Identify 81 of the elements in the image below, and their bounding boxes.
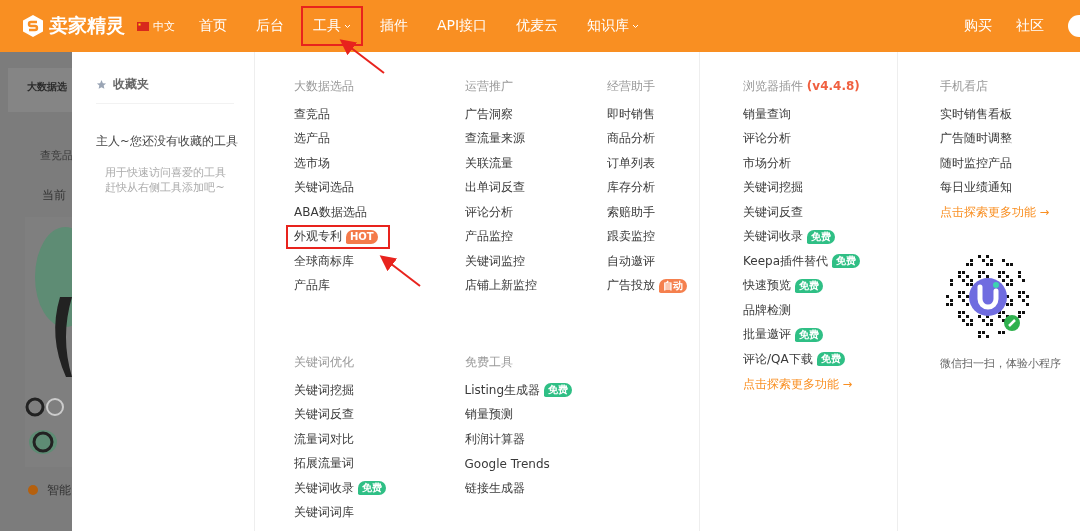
menu-item[interactable]: 随时监控产品 <box>932 151 1024 176</box>
menu-item[interactable]: 销量预测 <box>456 402 525 427</box>
menu-item[interactable]: 广告洞察 <box>456 102 525 127</box>
page-title: 大数据选 <box>27 80 67 94</box>
menu-item[interactable]: 关键词反查 <box>286 402 366 427</box>
menu-item[interactable]: 店铺上新监控 <box>456 273 549 298</box>
menu-item[interactable]: 即时销售 <box>599 102 667 127</box>
free-badge: 免费 <box>358 481 386 496</box>
menu-item[interactable]: 商品分析 <box>599 126 667 151</box>
caret-icon <box>344 23 351 29</box>
menu-item[interactable]: 产品监控 <box>456 224 525 249</box>
menu-item[interactable]: 关键词选品 <box>286 175 366 200</box>
section-title: 大数据选品 <box>294 78 355 95</box>
free-badge: 免费 <box>832 254 860 269</box>
free-badge: 免费 <box>544 383 573 398</box>
menu-item[interactable]: 拓展流量词 <box>286 451 366 476</box>
free-badge: 免费 <box>807 229 835 244</box>
menu-item[interactable]: 外观专利 HOT <box>286 224 390 249</box>
menu-item[interactable]: 选产品 <box>286 126 342 151</box>
menu-item[interactable]: 索赔助手 <box>599 200 667 225</box>
auto-badge: 自动 <box>659 278 687 293</box>
menu-item[interactable]: 关键词挖掘 <box>735 175 815 200</box>
page-text: 智能 <box>47 482 71 499</box>
qr-caption: 微信扫一扫，体验小程序 <box>940 356 1061 371</box>
star-icon <box>96 79 107 90</box>
menu-item[interactable]: 选市场 <box>286 151 342 176</box>
menu-item[interactable]: 链接生成器 <box>456 476 537 501</box>
caret-icon <box>632 23 640 29</box>
favorites-title: 收藏夹 <box>113 76 149 93</box>
menu-item[interactable]: 自动邀评 <box>599 249 667 274</box>
annotation-arrow <box>379 255 421 287</box>
menu-item[interactable]: 关键词监控 <box>456 249 537 274</box>
menu-item[interactable]: ABA数据选品 <box>286 200 379 225</box>
menu-item[interactable]: 产品库 <box>286 273 342 298</box>
menu-item[interactable]: 快速预览 免费 <box>735 273 835 298</box>
menu-item[interactable]: 广告投放 自动 <box>599 273 699 298</box>
menu-item[interactable]: 跟卖监控 <box>599 224 667 249</box>
menu-item[interactable]: 关键词挖掘 <box>286 378 366 403</box>
section-title: 运营推广 <box>464 78 514 95</box>
menu-item[interactable]: 查竞品 <box>286 102 342 127</box>
menu-item[interactable]: 利润计算器 <box>456 427 537 452</box>
menu-item[interactable]: 广告随时调整 <box>932 126 1024 151</box>
menu-item[interactable]: Keepa插件替代 免费 <box>735 249 872 274</box>
menu-item[interactable]: 品牌检测 <box>735 298 803 323</box>
menu-item[interactable]: 查流量来源 <box>456 126 537 151</box>
menu-item[interactable]: 关联流量 <box>456 151 525 176</box>
flag-icon <box>137 21 149 31</box>
section-title: 免费工具 <box>464 354 514 371</box>
free-badge: 免费 <box>795 327 823 342</box>
hot-badge: HOT <box>346 229 378 244</box>
menu-item[interactable]: 评论/QA下载 免费 <box>735 347 857 372</box>
section-title: 经营助手 <box>607 78 656 95</box>
menu-item[interactable]: 评论分析 <box>735 126 803 151</box>
menu-item[interactable]: 销量查询 <box>735 102 803 127</box>
menu-item[interactable]: 评论分析 <box>456 200 525 225</box>
menu-item[interactable]: 流量词对比 <box>286 427 366 452</box>
menu-item[interactable]: 关键词收录 免费 <box>286 476 398 501</box>
free-badge: 免费 <box>795 278 823 293</box>
free-badge: 免费 <box>816 352 845 367</box>
status-dot-icon <box>28 485 38 495</box>
menu-item[interactable]: 关键词收录 免费 <box>735 224 847 249</box>
menu-item[interactable]: 出单词反查 <box>456 175 537 200</box>
empty-hint: 用于快速访问喜爱的工具 <box>103 165 227 180</box>
menu-item[interactable]: 关键词词库 <box>286 500 366 525</box>
menu-item[interactable]: 关键词反查 <box>735 200 815 225</box>
section-title: 手机看店 <box>940 78 989 95</box>
menu-item[interactable]: 实时销售看板 <box>932 102 1024 127</box>
menu-item[interactable]: 全球商标库 <box>286 249 366 274</box>
menu-item[interactable]: Listing生成器 免费 <box>456 378 585 403</box>
section-title: 浏览器插件 (v4.4.8) <box>743 78 861 95</box>
menu-item[interactable]: 库存分析 <box>599 175 667 200</box>
menu-item[interactable]: 市场分析 <box>735 151 803 176</box>
annotation-arrow <box>339 39 385 74</box>
section-title: 关键词优化 <box>294 354 355 371</box>
menu-item[interactable]: 每日业绩通知 <box>932 175 1024 200</box>
menu-item[interactable]: 订单列表 <box>599 151 667 176</box>
menu-item[interactable]: Google Trends <box>456 451 562 476</box>
empty-hint: 赶快从右侧工具添加吧~ <box>104 180 226 195</box>
page-text: 当前 <box>42 187 66 204</box>
logo-icon <box>22 14 44 38</box>
menu-item[interactable]: 批量邀评 免费 <box>735 322 835 347</box>
